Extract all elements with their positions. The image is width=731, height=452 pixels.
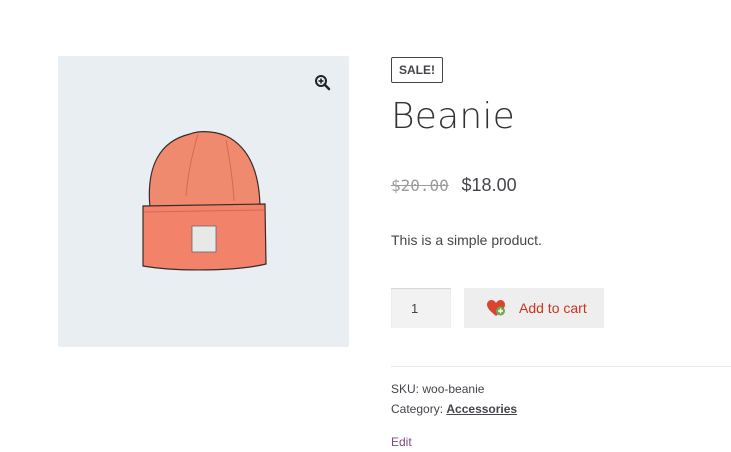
old-price: $20.00 xyxy=(391,176,449,195)
divider xyxy=(391,366,731,367)
quantity-input[interactable] xyxy=(391,288,451,328)
short-description: This is a simple product. xyxy=(391,232,542,248)
sale-price: $18.00 xyxy=(461,175,517,195)
product-title: Beanie xyxy=(391,96,515,137)
zoom-icon[interactable] xyxy=(314,74,332,92)
sale-badge: SALE! xyxy=(391,57,443,83)
edit-link[interactable]: Edit xyxy=(391,435,412,449)
add-to-cart-label: Add to cart xyxy=(519,300,587,316)
product-image[interactable] xyxy=(138,126,268,276)
category-label: Category: xyxy=(391,402,444,416)
add-to-cart-button[interactable]: Add to cart xyxy=(464,288,604,328)
sku-value: woo-beanie xyxy=(422,382,485,396)
category-link[interactable]: Accessories xyxy=(446,402,517,416)
sku-line: SKU: woo-beanie xyxy=(391,382,484,396)
product-summary: SALE! Beanie $20.00 $18.00 This is a sim… xyxy=(391,0,731,452)
product-gallery xyxy=(58,56,349,347)
sku-label: SKU: xyxy=(391,382,420,396)
heart-plus-icon xyxy=(486,299,506,317)
category-line: Category: Accessories xyxy=(391,402,517,416)
product-price: $20.00 $18.00 xyxy=(391,175,517,196)
